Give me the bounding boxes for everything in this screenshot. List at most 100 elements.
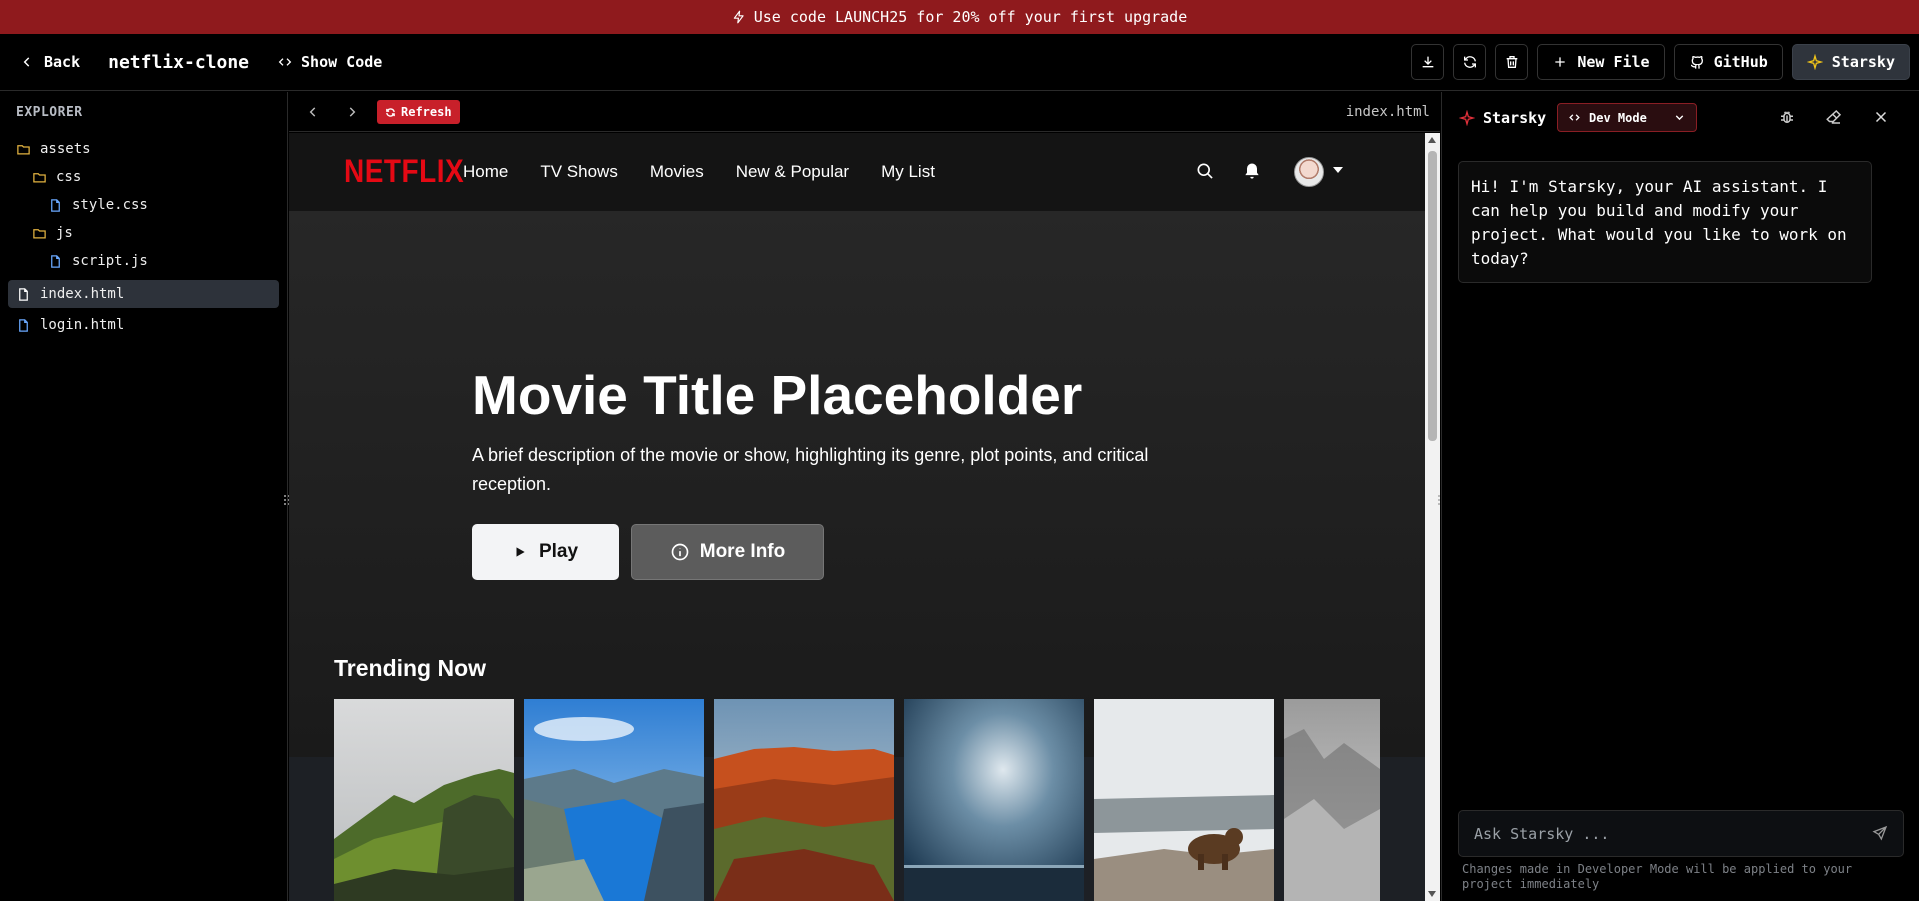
thumbnail-image	[1284, 699, 1380, 901]
thumbnail-image	[904, 699, 1084, 901]
file-icon	[51, 198, 60, 212]
refresh-icon	[1463, 56, 1476, 68]
sparkle-icon	[1806, 54, 1823, 70]
nav-forward-button[interactable]	[342, 102, 362, 122]
dev-mode-label: Dev Mode	[1589, 110, 1647, 125]
chevron-down-icon	[1675, 115, 1684, 121]
thumbnail-misty-forest[interactable]	[1284, 699, 1380, 901]
nav-link-new-popular[interactable]: New & Popular	[736, 162, 849, 182]
thumbnail-image	[1094, 699, 1274, 901]
tree-item-label: login.html	[40, 317, 125, 333]
site-nav-links: Home TV Shows Movies New & Popular My Li…	[463, 162, 935, 182]
github-button[interactable]: GitHub	[1673, 44, 1783, 80]
file-icon	[19, 318, 28, 332]
tree-file-script-js[interactable]: script.js	[48, 247, 148, 275]
ask-input[interactable]	[1459, 811, 1859, 856]
hero-description: A brief description of the movie or show…	[472, 445, 1149, 494]
show-code-button[interactable]: Show Code	[277, 53, 382, 71]
tree-file-style-css[interactable]: style.css	[48, 191, 148, 219]
site-preview: NETFLIX Home TV Shows Movies New & Popul…	[289, 133, 1425, 901]
tree-folder-css[interactable]: css	[32, 163, 81, 191]
play-icon	[516, 547, 525, 557]
tree-folder-js[interactable]: js	[32, 219, 73, 247]
github-icon	[1690, 55, 1703, 69]
info-icon	[671, 543, 689, 561]
assistant-header: Starsky Dev Mode	[1442, 92, 1919, 144]
netflix-logo[interactable]: NETFLIX	[344, 153, 464, 190]
thumbnail-bear[interactable]	[1094, 699, 1274, 901]
download-icon	[1422, 56, 1434, 68]
tree-file-index-html[interactable]: index.html	[8, 280, 279, 308]
nav-link-my-list[interactable]: My List	[881, 162, 935, 182]
promo-text: Use code LAUNCH25 for 20% off your first…	[753, 8, 1188, 26]
bell-icon[interactable]	[1242, 161, 1262, 186]
send-icon	[1872, 825, 1888, 841]
thumbnail-image	[524, 699, 704, 901]
assistant-message: Hi! I'm Starsky, your AI assistant. I ca…	[1458, 161, 1872, 283]
show-code-label: Show Code	[301, 53, 383, 71]
file-icon	[19, 287, 28, 301]
dev-mode-dropdown[interactable]: Dev Mode	[1557, 103, 1697, 132]
file-explorer: EXPLORER assets css style.css js script.…	[0, 92, 288, 901]
tree-file-login-html[interactable]: login.html	[16, 311, 124, 339]
back-button[interactable]: Back	[20, 53, 80, 71]
promo-banner: Use code LAUNCH25 for 20% off your first…	[0, 0, 1919, 34]
eraser-icon[interactable]	[1825, 108, 1843, 130]
assistant-title: Starsky	[1459, 109, 1546, 127]
sparkle-icon	[1459, 110, 1475, 126]
play-button[interactable]: Play	[472, 524, 619, 580]
tree-item-label: assets	[40, 141, 91, 157]
delete-button[interactable]	[1495, 44, 1529, 80]
chevron-left-icon	[309, 107, 316, 117]
dev-mode-note: Changes made in Developer Mode will be a…	[1462, 862, 1853, 891]
play-label: Play	[538, 541, 579, 562]
scroll-up-icon[interactable]	[1428, 137, 1436, 143]
folder-icon	[33, 228, 46, 238]
sync-button[interactable]	[1453, 44, 1487, 80]
thumbnail-red-canyon[interactable]	[714, 699, 894, 901]
download-button[interactable]	[1411, 44, 1445, 80]
new-file-button[interactable]: New File	[1537, 44, 1665, 80]
nav-link-movies[interactable]: Movies	[650, 162, 704, 182]
preview-panel: Refresh index.html NETFLIX Home TV Shows…	[289, 92, 1440, 901]
scrollbar-thumb[interactable]	[1428, 151, 1437, 441]
avatar[interactable]	[1294, 157, 1324, 187]
tree-folder-assets[interactable]: assets	[16, 135, 91, 163]
send-button[interactable]	[1872, 825, 1888, 845]
folder-icon	[17, 144, 30, 154]
preview-scrollbar[interactable]	[1425, 133, 1440, 901]
nav-back-button[interactable]	[303, 102, 323, 122]
project-title: netflix-clone	[108, 51, 250, 73]
search-icon[interactable]	[1195, 161, 1215, 186]
more-info-button[interactable]: More Info	[631, 524, 824, 580]
trending-title: Trending Now	[334, 655, 487, 681]
hero-title: Movie Title Placeholder	[472, 364, 1083, 426]
ask-box	[1458, 810, 1904, 857]
thumbnail-image	[714, 699, 894, 901]
scroll-down-icon[interactable]	[1428, 891, 1436, 897]
thumbnail-green-cliffs[interactable]	[334, 699, 514, 901]
bug-icon[interactable]	[1778, 108, 1796, 130]
more-info-label: More Info	[699, 541, 786, 562]
starsky-button[interactable]: Starsky	[1791, 44, 1910, 80]
close-icon[interactable]	[1872, 108, 1890, 130]
chevron-left-icon	[23, 57, 30, 67]
file-icon	[51, 254, 60, 268]
folder-icon	[33, 172, 46, 182]
back-label: Back	[44, 53, 81, 71]
preview-toolbar: Refresh index.html	[289, 92, 1440, 132]
refresh-button[interactable]: Refresh	[377, 100, 460, 124]
tree-item-label: css	[56, 169, 82, 185]
nav-link-home[interactable]: Home	[463, 162, 508, 182]
current-file-label: index.html	[1345, 104, 1430, 120]
thumbnail-stormy-sea[interactable]	[904, 699, 1084, 901]
chevron-down-icon[interactable]	[1333, 167, 1343, 173]
new-file-label: New File	[1577, 53, 1650, 71]
plus-icon	[1555, 57, 1566, 67]
assistant-panel: Starsky Dev Mode Hi! I'm Starsky, your A…	[1441, 92, 1919, 901]
nav-link-tv-shows[interactable]: TV Shows	[540, 162, 617, 182]
refresh-label: Refresh	[401, 105, 452, 119]
code-icon	[1569, 114, 1580, 121]
trash-icon	[1506, 56, 1518, 68]
thumbnail-fjord[interactable]	[524, 699, 704, 901]
